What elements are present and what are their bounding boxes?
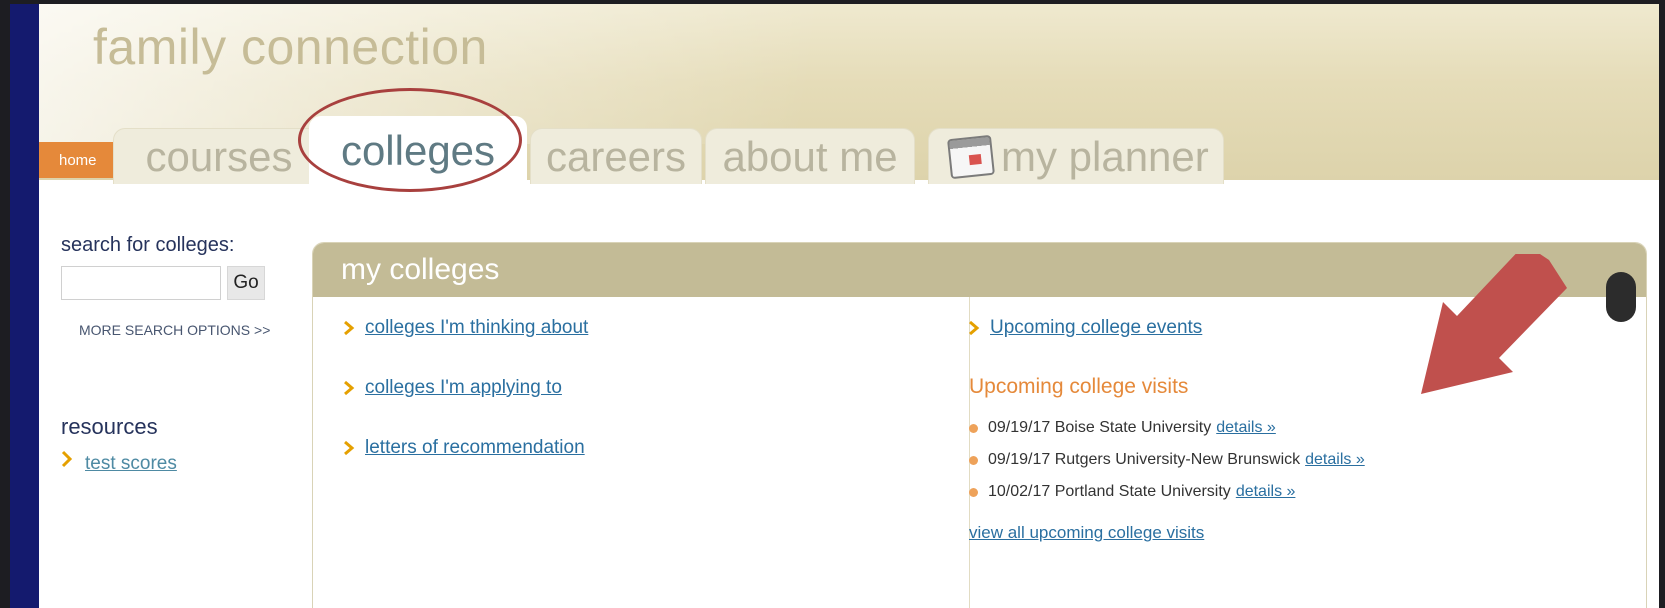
go-button[interactable]: Go	[227, 266, 265, 300]
resources-heading: resources	[61, 414, 158, 439]
bullet-icon	[969, 423, 978, 433]
highlight-circle-annotation	[298, 88, 522, 192]
visit-item: 10/02/17 Portland State University detai…	[969, 483, 1295, 501]
upcoming-visits-heading: Upcoming college visits	[969, 375, 1189, 398]
screenshot-frame: family connection home courses careers a…	[0, 0, 1665, 608]
window-edge-bar	[10, 4, 39, 608]
bullet-icon	[969, 455, 978, 465]
chevron-right-icon	[969, 320, 980, 336]
tab-courses[interactable]: courses	[113, 128, 325, 184]
link-label: colleges I'm applying to	[365, 377, 562, 398]
scroll-handle[interactable]	[1606, 272, 1636, 322]
bullet-icon	[969, 487, 978, 497]
chevron-right-icon	[344, 380, 355, 396]
site-title: family connection	[93, 19, 488, 75]
tab-careers[interactable]: careers	[530, 128, 702, 184]
tab-my-planner-label: my planner	[1001, 132, 1209, 180]
tab-about-me-label: about me	[722, 132, 898, 180]
link-label: Upcoming college events	[990, 317, 1203, 338]
link-label: letters of recommendation	[365, 437, 585, 458]
tab-courses-label: courses	[145, 132, 293, 180]
tab-about-me[interactable]: about me	[705, 128, 915, 184]
link-label: colleges I'm thinking about	[365, 317, 589, 338]
view-all-visits-link[interactable]: view all upcoming college visits	[969, 523, 1204, 543]
chevron-right-icon	[344, 440, 355, 456]
chevron-right-icon	[344, 320, 355, 336]
more-search-options-link[interactable]: MORE SEARCH OPTIONS >>	[79, 322, 270, 338]
visit-text: 09/19/17 Boise State University	[988, 419, 1212, 436]
upcoming-college-events-link[interactable]: Upcoming college events	[968, 317, 1202, 339]
arrow-annotation-icon	[1421, 254, 1567, 394]
test-scores-link[interactable]: test scores	[85, 453, 177, 475]
college-search-input[interactable]	[61, 266, 221, 300]
calendar-icon	[947, 134, 995, 179]
visit-details-link[interactable]: details »	[1305, 451, 1365, 469]
search-label: search for colleges:	[61, 234, 235, 256]
home-tab-label: home	[59, 151, 97, 169]
visit-details-link[interactable]: details »	[1216, 419, 1276, 437]
visit-details-link[interactable]: details »	[1236, 483, 1296, 501]
header: family connection home courses careers a…	[39, 4, 1659, 184]
visit-item: 09/19/17 Boise State University details …	[969, 419, 1276, 437]
chevron-right-icon	[61, 450, 73, 468]
letters-of-recommendation-link[interactable]: letters of recommendation	[343, 437, 585, 459]
visit-text: 09/19/17 Rutgers University-New Brunswic…	[988, 451, 1301, 468]
visit-text: 10/02/17 Portland State University	[988, 483, 1231, 500]
tab-careers-label: careers	[545, 132, 687, 180]
colleges-thinking-about-link[interactable]: colleges I'm thinking about	[343, 317, 588, 339]
colleges-applying-to-link[interactable]: colleges I'm applying to	[343, 377, 562, 399]
tab-my-planner[interactable]: my planner	[928, 128, 1224, 184]
visit-item: 09/19/17 Rutgers University-New Brunswic…	[969, 451, 1365, 469]
page: family connection home courses careers a…	[39, 4, 1659, 608]
